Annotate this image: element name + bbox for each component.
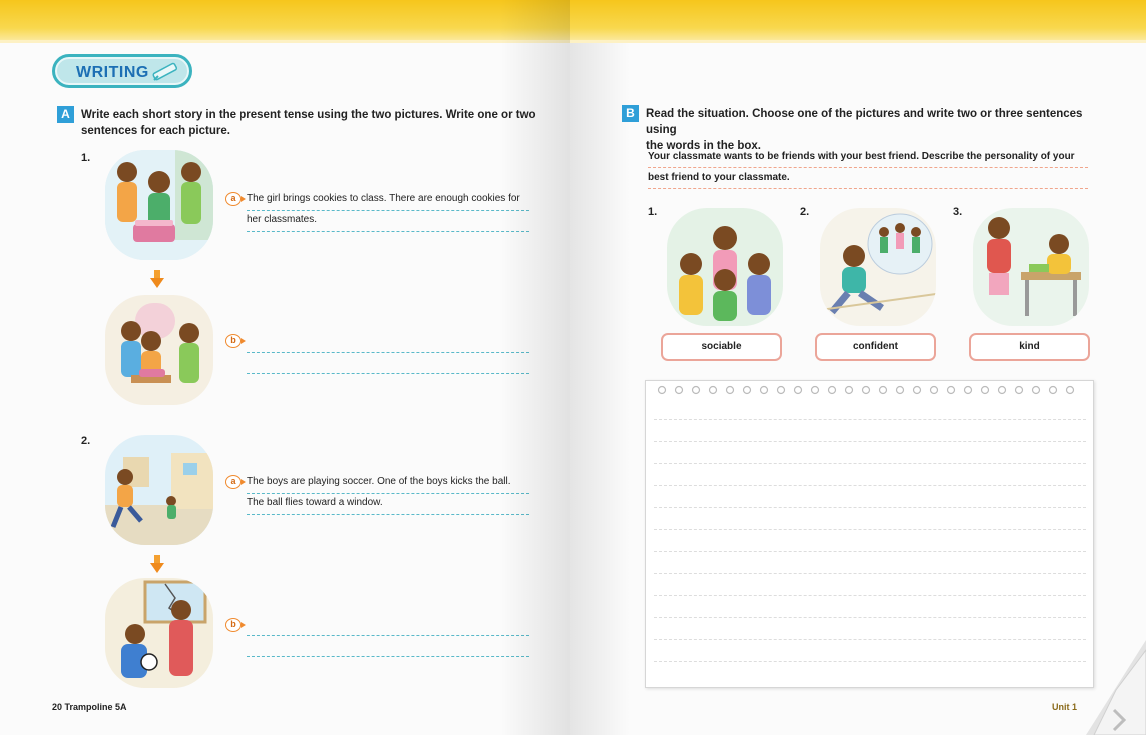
notepad-rings: [657, 385, 1075, 395]
left-page: WRITING A Write each short story in the …: [0, 0, 570, 735]
book-spread: WRITING A Write each short story in the …: [0, 0, 1146, 735]
picture-kind-girls[interactable]: [973, 208, 1089, 326]
section-b-instruction-line1: Read the situation. Choose one of the pi…: [646, 108, 1083, 136]
answer-2b-line1[interactable]: [247, 614, 529, 636]
word-box-confident: confident: [815, 333, 936, 361]
right-page-footer: Unit 1: [1052, 702, 1078, 712]
notepad-rule: [654, 441, 1086, 442]
answer-1b-line2[interactable]: [247, 352, 529, 374]
item-1-number: 1.: [81, 152, 91, 164]
writing-badge-label: WRITING: [76, 64, 149, 81]
notepad-rule: [654, 529, 1086, 530]
notepad-rule: [654, 463, 1086, 464]
answer-1a-line1: The girl brings cookies to class. There …: [247, 189, 529, 211]
situation-line2: best friend to your classmate.: [648, 168, 1088, 189]
picture-boys-playing-soccer: [105, 435, 213, 545]
answer-2b-line2[interactable]: [247, 635, 529, 657]
marker-1a: a: [225, 192, 246, 206]
answer-2a-line1: The boys are playing soccer. One of the …: [247, 472, 529, 494]
notepad-rule: [654, 639, 1086, 640]
writing-badge: WRITING: [52, 54, 192, 88]
answer-1a-line2: her classmates.: [247, 210, 529, 232]
picture-sociable-girl[interactable]: [667, 208, 783, 326]
item-2-number: 2.: [81, 435, 91, 447]
choice-1-number: 1.: [648, 206, 658, 218]
notepad-rule: [654, 551, 1086, 552]
notepad-rule: [654, 573, 1086, 574]
notepad-rule: [654, 617, 1086, 618]
top-band: [570, 0, 1146, 43]
writing-notepad[interactable]: [645, 380, 1094, 688]
marker-2b: b: [225, 618, 246, 632]
section-a-instruction-line2: sentences for each picture.: [81, 125, 230, 137]
notepad-rule: [654, 595, 1086, 596]
word-box-kind: kind: [969, 333, 1090, 361]
pencil-icon: [152, 62, 178, 81]
answer-1b-line1[interactable]: [247, 331, 529, 353]
notepad-rule: [654, 507, 1086, 508]
section-b-letter: B: [622, 105, 639, 122]
picture-broken-window: [105, 578, 213, 688]
section-a-instruction-line1: Write each short story in the present te…: [81, 109, 536, 121]
notepad-rule: [654, 661, 1086, 662]
section-a-instruction: Write each short story in the present te…: [81, 107, 551, 139]
arrow-down-icon: [150, 270, 164, 288]
situation-box: Your classmate wants to be friends with …: [648, 147, 1088, 189]
situation-line1: Your classmate wants to be friends with …: [648, 147, 1088, 168]
marker-2a: a: [225, 475, 246, 489]
choice-2-number: 2.: [800, 206, 810, 218]
section-a-letter: A: [57, 106, 74, 123]
notepad-rule: [654, 419, 1086, 420]
arrow-down-icon: [150, 555, 164, 573]
picture-girl-brings-cookies: [105, 150, 213, 260]
picture-confident-boy[interactable]: [820, 208, 936, 326]
choice-3-number: 3.: [953, 206, 963, 218]
word-box-sociable: sociable: [661, 333, 782, 361]
picture-classmates-eating-cookies: [105, 295, 213, 405]
page-curl-next-icon[interactable]: [1086, 640, 1146, 735]
notepad-rule: [654, 485, 1086, 486]
left-page-footer: 20 Trampoline 5A: [52, 702, 127, 712]
top-band: [0, 0, 570, 43]
marker-1b: b: [225, 334, 246, 348]
answer-2a-line2: The ball flies toward a window.: [247, 493, 529, 515]
